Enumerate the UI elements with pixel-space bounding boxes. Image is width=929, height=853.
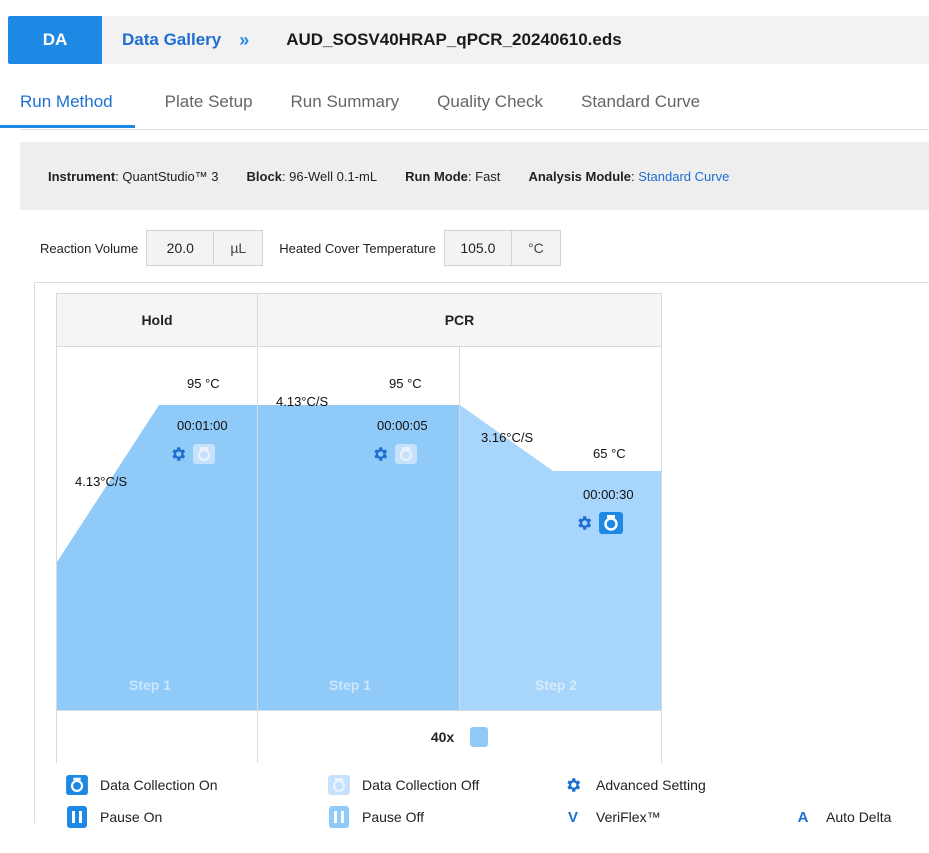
breadcrumb-data-gallery-link[interactable]: Data Gallery xyxy=(122,30,221,50)
cover-temp-field: 105.0 °C xyxy=(443,230,561,266)
cover-temp-unit: °C xyxy=(528,240,544,256)
pcr-step1-temp[interactable]: 95 °C xyxy=(389,376,422,391)
auto-delta-icon: A xyxy=(797,808,809,826)
pcr-step2-temp[interactable]: 65 °C xyxy=(593,446,626,461)
hold-step1-label: Step 1 xyxy=(129,677,172,693)
pcr-step1-area[interactable] xyxy=(258,405,459,710)
legend-data-collection-off: Data Collection Off xyxy=(328,774,479,796)
footer-divider xyxy=(257,710,258,762)
hold-step1-camera-off-icon[interactable] xyxy=(193,444,215,464)
step-divider xyxy=(459,347,460,710)
tab-standard-curve[interactable]: Standard Curve xyxy=(581,92,700,128)
pcr-step2-area[interactable] xyxy=(460,405,661,710)
hold-step1-area[interactable] xyxy=(57,405,257,710)
stage-footer-hold xyxy=(57,710,257,763)
pcr-step2-time[interactable]: 00:00:30 xyxy=(583,487,634,502)
pcr-step1-camera-off-icon[interactable] xyxy=(395,444,417,464)
stage-header-pcr[interactable]: PCR xyxy=(258,294,661,347)
reaction-volume-field: 20.0 µL xyxy=(146,230,264,266)
pause-on-icon xyxy=(66,806,88,828)
gear-icon xyxy=(562,774,584,796)
stage-footer-pcr: 40x xyxy=(258,710,661,777)
tab-plate-setup[interactable]: Plate Setup xyxy=(165,92,253,128)
pcr-step1-gear-icon[interactable] xyxy=(371,445,389,463)
camera-on-icon xyxy=(66,774,88,796)
stage-divider-graph xyxy=(257,347,258,710)
hold-step1-time[interactable]: 00:01:00 xyxy=(177,418,228,433)
pcr-step1-time[interactable]: 00:00:05 xyxy=(377,418,428,433)
tab-run-method[interactable]: Run Method xyxy=(0,92,135,128)
veriflex-icon: V xyxy=(567,808,578,826)
pcr-step1-label: Step 1 xyxy=(329,677,372,693)
instrument-info: Instrument: QuantStudio™ 3 xyxy=(48,168,219,184)
block-info: Block: 96-Well 0.1-mL xyxy=(246,168,378,184)
reaction-volume-unit: µL xyxy=(230,240,247,256)
breadcrumb-separator-icon: » xyxy=(239,29,249,50)
temperature-profile-graph xyxy=(57,405,661,710)
pcr-step1-ramp[interactable]: 4.13°C/S xyxy=(276,394,328,409)
hold-step1-temp[interactable]: 95 °C xyxy=(187,376,220,391)
legend-data-collection-on: Data Collection On xyxy=(66,774,218,796)
stage-divider xyxy=(257,294,258,346)
tab-quality-check[interactable]: Quality Check xyxy=(437,92,543,128)
pcr-step2-camera-on-icon[interactable] xyxy=(599,512,623,534)
pcr-cycle-count[interactable]: 40x xyxy=(431,729,454,745)
analysis-module-link[interactable]: Standard Curve xyxy=(638,169,729,184)
main-tabs: Run Method Plate Setup Run Summary Quali… xyxy=(0,92,738,128)
analysis-module-info: Analysis Module: Standard Curve xyxy=(528,168,730,184)
tab-divider xyxy=(20,129,929,130)
profile-legend: Data Collection On Data Collection Off A… xyxy=(66,770,926,840)
pcr-step2-ramp[interactable]: 3.16°C/S xyxy=(481,430,533,445)
stage-header-hold[interactable]: Hold xyxy=(57,294,257,347)
app-logo[interactable]: DA xyxy=(8,16,102,64)
reaction-volume-label: Reaction Volume xyxy=(40,240,139,256)
hold-step1-ramp[interactable]: 4.13°C/S xyxy=(75,474,127,489)
legend-auto-delta: A Auto Delta xyxy=(792,806,892,828)
legend-pause-on: Pause On xyxy=(66,806,162,828)
legend-pause-off: Pause Off xyxy=(328,806,424,828)
legend-veriflex: V VeriFlex™ xyxy=(562,806,661,828)
camera-off-icon xyxy=(328,774,350,796)
hold-step1-gear-icon[interactable] xyxy=(169,445,187,463)
legend-advanced-setting: Advanced Setting xyxy=(562,774,706,796)
app-header: DA Data Gallery » AUD_SOSV40HRAP_qPCR_20… xyxy=(0,0,929,80)
run-info-bar: Instrument: QuantStudio™ 3 Block: 96-Wel… xyxy=(20,142,929,210)
cover-temp-value: 105.0 xyxy=(445,231,512,265)
run-settings: Reaction Volume 20.0 µL Heated Cover Tem… xyxy=(40,230,577,266)
cover-temp-label: Heated Cover Temperature xyxy=(279,240,436,256)
pause-off-icon xyxy=(328,806,350,828)
thermal-profile: Hold PCR 95 °C 00:01:00 4.13°C/S Step 1 … xyxy=(56,293,662,777)
run-mode-info: Run Mode: Fast xyxy=(405,168,501,184)
reaction-volume-value: 20.0 xyxy=(147,231,215,265)
breadcrumb-file-name: AUD_SOSV40HRAP_qPCR_20240610.eds xyxy=(286,30,622,49)
pcr-pause-off-icon[interactable] xyxy=(259,727,489,777)
tab-run-summary[interactable]: Run Summary xyxy=(291,92,400,128)
pcr-step2-gear-icon[interactable] xyxy=(575,514,593,532)
breadcrumb: Data Gallery » AUD_SOSV40HRAP_qPCR_20240… xyxy=(102,16,929,64)
pcr-step2-label: Step 2 xyxy=(535,677,578,693)
